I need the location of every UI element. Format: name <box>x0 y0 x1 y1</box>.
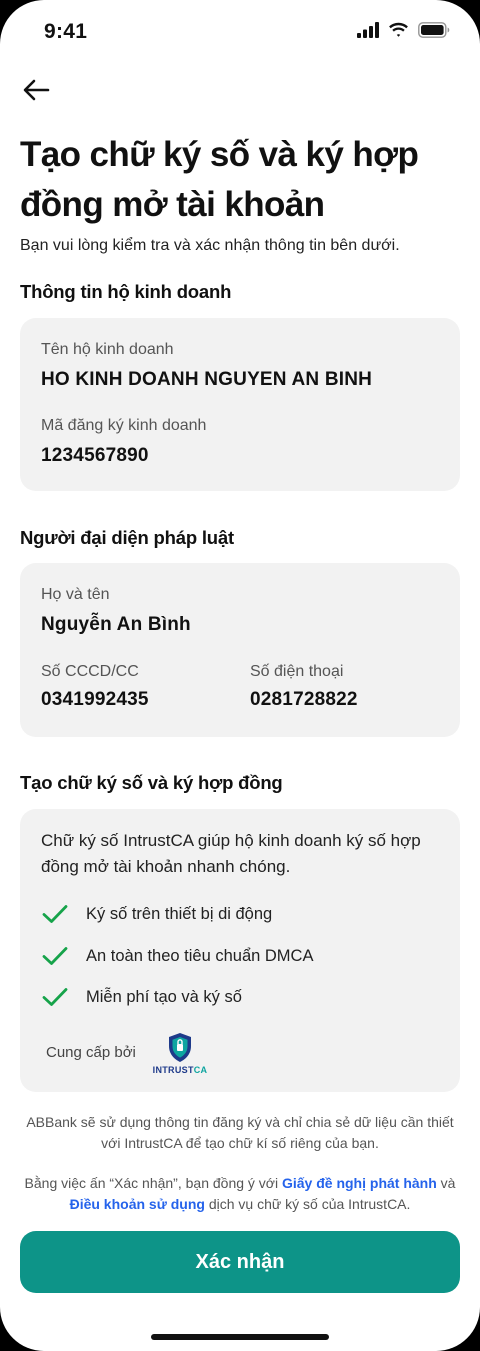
back-button[interactable] <box>18 74 54 110</box>
business-name-value: HO KINH DOANH NGUYEN AN BINH <box>41 369 373 390</box>
phone-label: Số điện thoại <box>250 663 344 680</box>
provider-label: Cung cấp bởi <box>46 1044 136 1061</box>
representative-section-title: Người đại diện pháp luật <box>20 527 234 548</box>
check-icon <box>42 904 68 924</box>
phone-value: 0281728822 <box>250 689 358 710</box>
signature-description: Chữ ký số IntrustCA giúp hộ kinh doanh k… <box>41 831 421 876</box>
page-subtitle: Bạn vui lòng kiểm tra và xác nhận thông … <box>20 237 400 254</box>
home-indicator <box>151 1334 329 1340</box>
feature-label: An toàn theo tiêu chuẩn DMCA <box>86 946 314 965</box>
feature-item: An toàn theo tiêu chuẩn DMCA <box>42 946 313 966</box>
feature-item: Ký số trên thiết bị di động <box>42 904 272 924</box>
signal-icon <box>357 22 379 43</box>
id-value: 0341992435 <box>41 689 149 710</box>
issuance-request-link[interactable]: Giấy đề nghị phát hành <box>282 1175 437 1191</box>
representative-card: Họ và tên Nguyễn An Bình Số CCCD/CC 0341… <box>20 563 460 737</box>
fullname-label: Họ và tên <box>41 586 110 603</box>
feature-label: Ký số trên thiết bị di động <box>86 904 273 923</box>
business-reg-label: Mã đăng ký kinh doanh <box>41 417 207 434</box>
business-section-title: Thông tin hộ kinh doanh <box>20 281 232 302</box>
battery-icon <box>418 22 450 43</box>
arrow-left-icon <box>22 78 50 107</box>
terms-of-use-link[interactable]: Điều khoản sử dụng <box>70 1196 205 1212</box>
privacy-note: ABBank sẽ sử dụng thông tin đăng ký và c… <box>26 1114 454 1151</box>
business-info-card: Tên hộ kinh doanh HO KINH DOANH NGUYEN A… <box>20 318 460 491</box>
status-bar: 9:41 <box>0 0 480 64</box>
wifi-icon <box>388 22 409 43</box>
business-reg-value: 1234567890 <box>41 445 149 466</box>
business-name-label: Tên hộ kinh doanh <box>41 341 174 358</box>
check-icon <box>42 946 68 966</box>
logo-text: INTRUSTCA <box>152 1065 208 1075</box>
feature-label: Miễn phí tạo và ký số <box>86 987 242 1006</box>
confirm-button[interactable]: Xác nhận <box>20 1231 460 1293</box>
feature-item: Miễn phí tạo và ký số <box>42 987 242 1007</box>
fullname-value: Nguyễn An Bình <box>41 614 191 635</box>
status-icons <box>357 22 450 43</box>
shield-icon <box>169 1033 191 1062</box>
screen: 9:41 Tạo chữ ký số và ký hợp đồng mở tài… <box>0 0 480 1351</box>
id-label: Số CCCD/CC <box>41 663 139 680</box>
signature-section-title: Tạo chữ ký số và ký hợp đồng <box>20 772 283 793</box>
signature-card: Chữ ký số IntrustCA giúp hộ kinh doanh k… <box>20 809 460 1092</box>
consent-note: Bằng việc ấn “Xác nhận”, bạn đồng ý với … <box>24 1175 456 1212</box>
page-title: Tạo chữ ký số và ký hợp đồng mở tài khoả… <box>20 135 419 224</box>
status-time: 9:41 <box>44 20 88 43</box>
check-icon <box>42 987 68 1007</box>
intrustca-logo: INTRUSTCA <box>150 1031 210 1077</box>
